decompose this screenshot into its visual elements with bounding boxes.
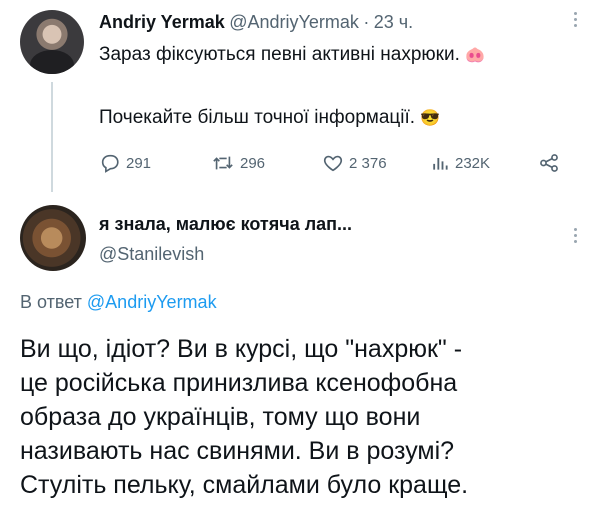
reply-count: 291 (126, 154, 152, 172)
reply-context: В ответ @AndriyYermak (20, 292, 217, 313)
thread-connector-line (51, 82, 53, 192)
like-icon (323, 155, 343, 172)
tweet1-time[interactable]: 23 ч. (374, 12, 413, 32)
reply-action[interactable]: 291 (99, 152, 151, 174)
tweet2-body: Ви що, ідіот? Ви в курсі, що "нахрюк" - … (20, 332, 468, 502)
tweet2-author-name[interactable]: я знала, малює котяча лап... (99, 214, 352, 234)
tweet1-text-line1: Зараз фіксуються певні активні нахрюки. (99, 44, 460, 65)
tweet1-line1: Зараз фіксуються певні активні нахрюки. … (99, 42, 485, 69)
reply-to-link[interactable]: @AndriyYermak (87, 292, 217, 312)
share-action[interactable] (538, 152, 560, 174)
tweet1-line2: Почекайте більш точної інформації. 😎 (99, 105, 440, 132)
tweet1-separator: · (363, 12, 370, 32)
tweet2-author-name-wrap: я знала, малює котяча лап... (99, 214, 352, 235)
retweet-action[interactable]: 296 (211, 152, 265, 174)
pig-nose-emoji-icon: 🐽 (465, 47, 486, 64)
tweet1-author-handle[interactable]: @AndriyYermak (229, 12, 359, 32)
reply-prefix: В ответ (20, 292, 82, 312)
retweet-icon (213, 156, 233, 170)
tweet2-line: образа до українців, тому що вони (20, 403, 421, 431)
avatar-andriy-yermak[interactable] (20, 10, 84, 74)
like-action[interactable]: 2 376 (322, 152, 387, 174)
tweet2-author-handle[interactable]: @Stanilevish (99, 244, 204, 265)
tweet2-line: це російська принизлива ксенофобна (20, 369, 458, 397)
reply-icon (101, 154, 119, 173)
share-icon (540, 154, 558, 172)
views-action[interactable]: 232K (430, 152, 490, 174)
tweet2-line: Ви що, ідіот? Ви в курсі, що "нахрюк" - (20, 335, 463, 363)
views-count: 232K (455, 154, 491, 172)
avatar-stanilevish[interactable] (20, 205, 86, 271)
views-icon (433, 158, 448, 170)
tweet1-more-icon[interactable] (572, 12, 578, 27)
retweet-count: 296 (240, 154, 266, 172)
tweet2-more-icon[interactable] (572, 228, 578, 243)
sunglasses-emoji-icon: 😎 (420, 110, 441, 127)
tweet1-text-line2: Почекайте більш точної інформації. (99, 107, 416, 128)
tweet1-header: Andriy Yermak @AndriyYermak · 23 ч. (99, 12, 413, 33)
like-count: 2 376 (349, 154, 387, 172)
tweet2-line: називають нас свинями. Ви в розумі? (20, 437, 455, 465)
tweet1-author-name[interactable]: Andriy Yermak (99, 12, 225, 32)
tweet2-line: Стуліть пельку, смайлами було краще. (20, 471, 469, 499)
